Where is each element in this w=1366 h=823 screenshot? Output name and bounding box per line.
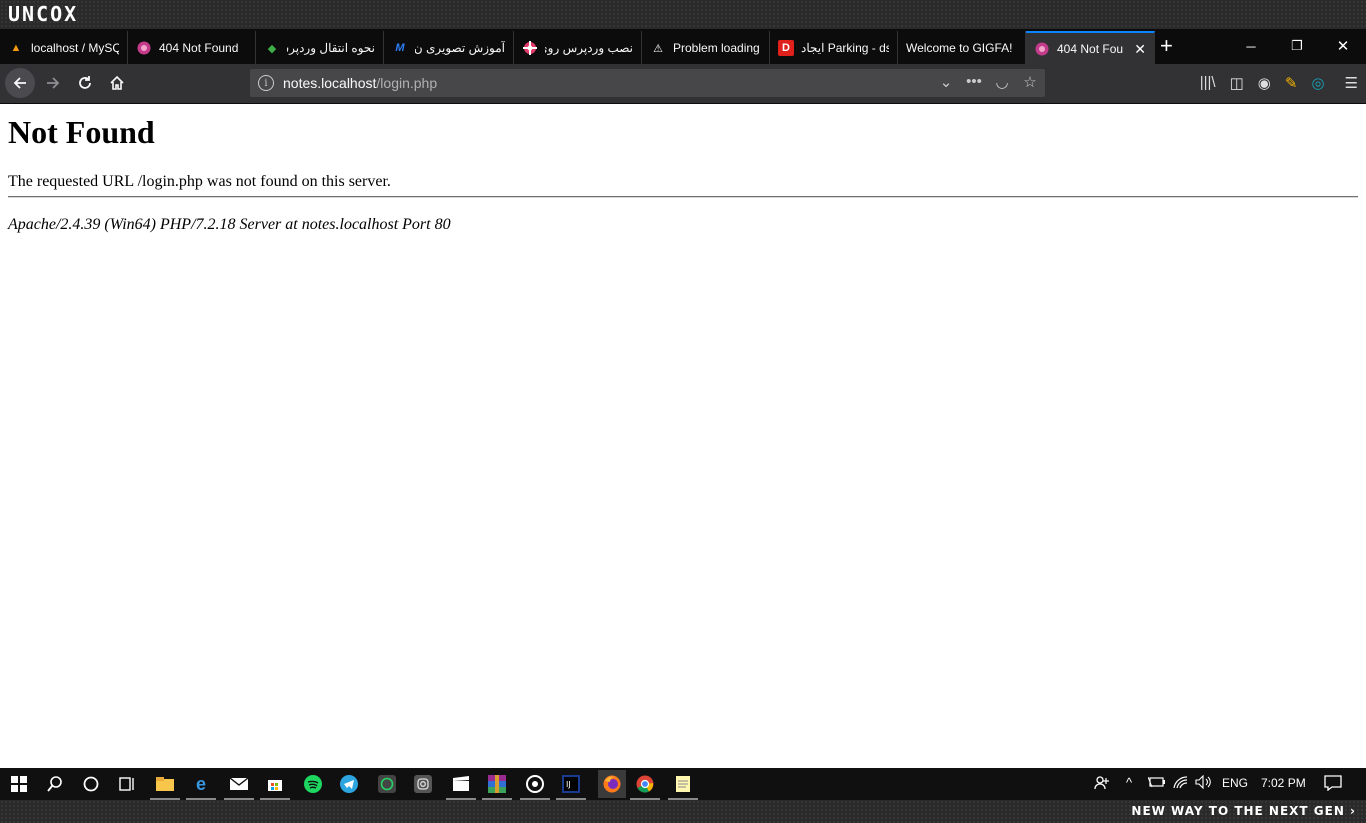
close-tab-icon[interactable]: ✕ bbox=[1128, 41, 1146, 58]
back-button[interactable] bbox=[5, 68, 35, 98]
extension-teal-icon[interactable]: ◎ bbox=[1311, 74, 1324, 92]
mail-icon[interactable] bbox=[224, 773, 254, 800]
reload-icon bbox=[79, 76, 91, 89]
tab-label: Welcome to GIGFA! bbox=[906, 41, 1013, 55]
desktop-brand-logo: UNCOX bbox=[8, 2, 79, 26]
chevron-down-icon[interactable]: ⌄ bbox=[937, 73, 955, 91]
menu-icon[interactable]: ☰ bbox=[1345, 74, 1358, 92]
pocket-icon[interactable]: ◡ bbox=[993, 73, 1011, 91]
home-icon bbox=[110, 75, 124, 90]
tab-install-wordpress[interactable]: نصب وردپرس روی bbox=[514, 31, 642, 65]
page-content: Not Found The requested URL /login.php w… bbox=[0, 104, 1366, 768]
tab-problem-loading[interactable]: ⚠ Problem loading bbox=[642, 31, 770, 65]
file-explorer-icon[interactable] bbox=[150, 773, 180, 800]
chrome-icon[interactable] bbox=[630, 773, 660, 800]
account-icon[interactable]: ◉ bbox=[1258, 74, 1271, 92]
address-bar[interactable]: i notes.localhost/login.php ⌄ ••• ◡ ☆ bbox=[250, 69, 1045, 97]
desktop-bottom-strip: NEW WAY TO THE NEXT GEN › bbox=[0, 800, 1366, 823]
url-path: /login.php bbox=[376, 75, 438, 91]
search-icon[interactable] bbox=[44, 773, 66, 795]
m-logo-icon: M bbox=[395, 42, 405, 54]
action-center-icon[interactable] bbox=[1324, 775, 1342, 794]
language-indicator[interactable]: ENG bbox=[1222, 776, 1248, 790]
tab-404-not-found[interactable]: 404 Not Found bbox=[128, 31, 256, 65]
people-icon[interactable] bbox=[1094, 775, 1110, 794]
intellij-icon[interactable]: IJ bbox=[556, 773, 586, 800]
browser-tab-strip: ▲ localhost / MySQ 404 Not Found ◆ نحوه … bbox=[0, 28, 1366, 65]
extension-icon[interactable]: ✎ bbox=[1285, 74, 1298, 92]
tab-label: 404 Not Found bbox=[1057, 42, 1123, 56]
sidebar-icon[interactable]: ◫ bbox=[1230, 74, 1244, 92]
tab-label: localhost / MySQ bbox=[31, 41, 119, 55]
arrow-left-icon bbox=[13, 77, 26, 89]
lifebuoy-icon bbox=[522, 40, 538, 56]
clock[interactable]: 7:02 PM bbox=[1261, 776, 1306, 790]
store-icon[interactable] bbox=[260, 773, 290, 800]
firefox-page-icon bbox=[1034, 41, 1050, 57]
tab-label: نصب وردپرس روی bbox=[545, 41, 633, 55]
more-actions-icon[interactable]: ••• bbox=[965, 73, 983, 91]
tab-label: ایجاد Parking - ds bbox=[801, 41, 889, 55]
server-signature: Apache/2.4.39 (Win64) PHP/7.2.18 Server … bbox=[8, 216, 451, 233]
chevron-up-icon[interactable]: ^ bbox=[1126, 775, 1132, 790]
tab-welcome-gigfa[interactable]: Welcome to GIGFA! bbox=[898, 31, 1026, 65]
volume-icon[interactable] bbox=[1195, 774, 1213, 792]
cortana-icon[interactable] bbox=[80, 773, 102, 795]
tab-visual-tutorial[interactable]: M آموزش تصویری ن bbox=[384, 31, 514, 65]
url-host: notes.localhost bbox=[283, 75, 377, 91]
desktop-slogan: NEW WAY TO THE NEXT GEN › bbox=[1131, 804, 1356, 818]
forward-button[interactable] bbox=[38, 68, 68, 98]
firefox-icon[interactable] bbox=[594, 770, 626, 803]
library-icon[interactable]: |||\ bbox=[1200, 74, 1216, 92]
tab-label: نحوه انتقال وردپرس bbox=[287, 41, 375, 55]
site-info-icon[interactable]: i bbox=[258, 75, 274, 91]
page-title: Not Found bbox=[8, 114, 155, 150]
whatsapp-icon[interactable] bbox=[376, 773, 398, 795]
instagram-icon[interactable] bbox=[412, 773, 434, 795]
desktop-top-strip: UNCOX bbox=[0, 0, 1366, 28]
media-player-icon[interactable] bbox=[520, 773, 550, 800]
bookmark-star-icon[interactable]: ☆ bbox=[1021, 73, 1039, 91]
tab-label: آموزش تصویری ن bbox=[415, 41, 505, 55]
tab-404-not-found-active[interactable]: 404 Not Found ✕ bbox=[1026, 31, 1155, 65]
telegram-icon[interactable] bbox=[338, 773, 360, 795]
d-logo-icon: D bbox=[778, 40, 794, 56]
reload-button[interactable] bbox=[70, 68, 100, 98]
tab-label: 404 Not Found bbox=[159, 41, 239, 55]
winrar-icon[interactable] bbox=[482, 773, 512, 800]
close-window-button[interactable]: ✕ bbox=[1320, 34, 1366, 58]
windows-taskbar: e IJ ^ ENG 7:02 PM bbox=[0, 768, 1366, 803]
video-editor-icon[interactable] bbox=[446, 773, 476, 800]
windows-start-icon[interactable] bbox=[8, 773, 30, 795]
firefox-page-icon bbox=[136, 40, 152, 56]
restore-button[interactable]: ❐ bbox=[1274, 34, 1320, 58]
tab-localhost-mysql[interactable]: ▲ localhost / MySQ bbox=[0, 31, 128, 65]
error-message: The requested URL /login.php was not fou… bbox=[8, 173, 391, 190]
spotify-icon[interactable] bbox=[302, 773, 324, 795]
new-tab-button[interactable]: + bbox=[1160, 35, 1173, 57]
tab-label: Problem loading bbox=[673, 41, 760, 55]
tab-wordpress-transfer[interactable]: ◆ نحوه انتقال وردپرس bbox=[256, 31, 384, 65]
edge-icon[interactable]: e bbox=[186, 773, 216, 800]
task-view-icon[interactable] bbox=[116, 773, 138, 795]
notepad-icon[interactable] bbox=[668, 773, 698, 800]
wifi-icon[interactable] bbox=[1172, 775, 1190, 792]
arrow-right-icon bbox=[47, 77, 60, 89]
browser-toolbar: i notes.localhost/login.php ⌄ ••• ◡ ☆ ||… bbox=[0, 64, 1366, 104]
wordpress-green-icon: ◆ bbox=[267, 42, 277, 55]
divider bbox=[8, 196, 1358, 198]
svg-text:IJ: IJ bbox=[566, 780, 571, 789]
tab-parking[interactable]: D ایجاد Parking - ds bbox=[770, 31, 898, 65]
phpmyadmin-icon: ▲ bbox=[10, 42, 22, 54]
warning-icon: ⚠ bbox=[653, 42, 663, 55]
home-button[interactable] bbox=[102, 68, 132, 98]
minimize-button[interactable]: ─ bbox=[1228, 34, 1274, 58]
battery-icon[interactable] bbox=[1147, 775, 1166, 792]
